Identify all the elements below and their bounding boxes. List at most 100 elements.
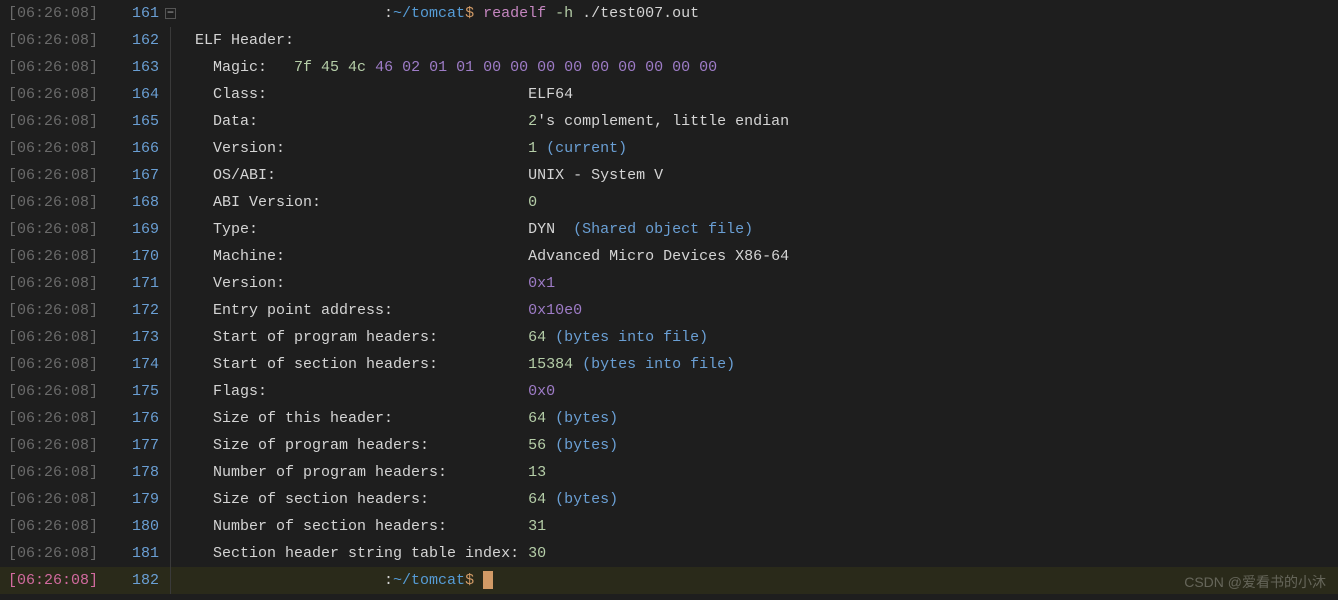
- fold-gutter: [163, 486, 195, 513]
- timestamp: [06:26:08]: [0, 81, 125, 108]
- line-content: Size of section headers: 64 (bytes): [195, 486, 1338, 513]
- fold-gutter: −: [163, 0, 195, 27]
- line-number: 166: [125, 135, 163, 162]
- line-content: :~/tomcat$: [195, 567, 1338, 594]
- fold-gutter: [163, 108, 195, 135]
- terminal-line: [06:26:08]176 Size of this header: 64 (b…: [0, 405, 1338, 432]
- line-number: 175: [125, 378, 163, 405]
- timestamp: [06:26:08]: [0, 54, 125, 81]
- fold-gutter: [163, 432, 195, 459]
- fold-gutter: [163, 189, 195, 216]
- cursor[interactable]: [483, 571, 493, 589]
- line-number: 165: [125, 108, 163, 135]
- terminal-line: [06:26:08]164 Class: ELF64: [0, 81, 1338, 108]
- fold-gutter: [163, 162, 195, 189]
- watermark: CSDN @爱看书的小沐: [1184, 569, 1326, 596]
- line-number: 181: [125, 540, 163, 567]
- terminal-line: [06:26:08]165 Data: 2's complement, litt…: [0, 108, 1338, 135]
- fold-gutter: [163, 27, 195, 54]
- timestamp: [06:26:08]: [0, 297, 125, 324]
- terminal-line: [06:26:08]173 Start of program headers: …: [0, 324, 1338, 351]
- line-number: 182: [125, 567, 163, 594]
- timestamp: [06:26:08]: [0, 459, 125, 486]
- terminal-line: [06:26:08]162 ELF Header:: [0, 27, 1338, 54]
- terminal-line: [06:26:08]169 Type: DYN (Shared object f…: [0, 216, 1338, 243]
- line-number: 167: [125, 162, 163, 189]
- line-number: 161: [125, 0, 163, 27]
- line-number: 164: [125, 81, 163, 108]
- line-number: 179: [125, 486, 163, 513]
- timestamp: [06:26:08]: [0, 513, 125, 540]
- fold-gutter: [163, 351, 195, 378]
- line-number: 178: [125, 459, 163, 486]
- timestamp: [06:26:08]: [0, 135, 125, 162]
- line-number: 162: [125, 27, 163, 54]
- terminal-line: [06:26:08]168 ABI Version: 0: [0, 189, 1338, 216]
- line-content: Start of section headers: 15384 (bytes i…: [195, 351, 1338, 378]
- fold-gutter: [163, 405, 195, 432]
- timestamp: [06:26:08]: [0, 405, 125, 432]
- timestamp: [06:26:08]: [0, 432, 125, 459]
- line-content: ELF Header:: [195, 27, 1338, 54]
- line-number: 177: [125, 432, 163, 459]
- timestamp: [06:26:08]: [0, 108, 125, 135]
- terminal-line: [06:26:08]171 Version: 0x1: [0, 270, 1338, 297]
- terminal-line: [06:26:08]178 Number of program headers:…: [0, 459, 1338, 486]
- terminal-line: [06:26:08]180 Number of section headers:…: [0, 513, 1338, 540]
- line-content: Type: DYN (Shared object file): [195, 216, 1338, 243]
- line-number: 171: [125, 270, 163, 297]
- fold-collapse-icon[interactable]: −: [165, 8, 176, 19]
- timestamp: [06:26:08]: [0, 243, 125, 270]
- fold-gutter: [163, 540, 195, 567]
- line-content: Start of program headers: 64 (bytes into…: [195, 324, 1338, 351]
- terminal-line: [06:26:08]166 Version: 1 (current): [0, 135, 1338, 162]
- timestamp: [06:26:08]: [0, 0, 125, 27]
- terminal-line: [06:26:08]181 Section header string tabl…: [0, 540, 1338, 567]
- terminal-line: [06:26:08]163 Magic: 7f 45 4c 46 02 01 0…: [0, 54, 1338, 81]
- terminal-line: [06:26:08]179 Size of section headers: 6…: [0, 486, 1338, 513]
- line-content: Class: ELF64: [195, 81, 1338, 108]
- fold-gutter: [163, 513, 195, 540]
- timestamp: [06:26:08]: [0, 486, 125, 513]
- timestamp: [06:26:08]: [0, 216, 125, 243]
- line-content: Version: 1 (current): [195, 135, 1338, 162]
- line-content: Machine: Advanced Micro Devices X86-64: [195, 243, 1338, 270]
- line-content: :~/tomcat$ readelf -h ./test007.out: [195, 0, 1338, 27]
- line-number: 172: [125, 297, 163, 324]
- line-content: Number of program headers: 13: [195, 459, 1338, 486]
- timestamp: [06:26:08]: [0, 351, 125, 378]
- timestamp: [06:26:08]: [0, 540, 125, 567]
- line-content: Flags: 0x0: [195, 378, 1338, 405]
- timestamp: [06:26:08]: [0, 162, 125, 189]
- line-content: OS/ABI: UNIX - System V: [195, 162, 1338, 189]
- fold-gutter: [163, 567, 195, 594]
- timestamp: [06:26:08]: [0, 324, 125, 351]
- timestamp: [06:26:08]: [0, 27, 125, 54]
- timestamp: [06:26:08]: [0, 567, 125, 594]
- line-content: Size of program headers: 56 (bytes): [195, 432, 1338, 459]
- line-number: 169: [125, 216, 163, 243]
- terminal-line: [06:26:08]177 Size of program headers: 5…: [0, 432, 1338, 459]
- fold-gutter: [163, 135, 195, 162]
- terminal-line: [06:26:08]161− :~/tomcat$ readelf -h ./t…: [0, 0, 1338, 27]
- line-content: Size of this header: 64 (bytes): [195, 405, 1338, 432]
- fold-gutter: [163, 216, 195, 243]
- fold-gutter: [163, 243, 195, 270]
- line-number: 174: [125, 351, 163, 378]
- line-content: Section header string table index: 30: [195, 540, 1338, 567]
- fold-gutter: [163, 297, 195, 324]
- timestamp: [06:26:08]: [0, 378, 125, 405]
- line-content: ABI Version: 0: [195, 189, 1338, 216]
- line-content: Entry point address: 0x10e0: [195, 297, 1338, 324]
- fold-gutter: [163, 270, 195, 297]
- fold-gutter: [163, 81, 195, 108]
- fold-gutter: [163, 459, 195, 486]
- line-number: 170: [125, 243, 163, 270]
- terminal-line: [06:26:08]174 Start of section headers: …: [0, 351, 1338, 378]
- timestamp: [06:26:08]: [0, 270, 125, 297]
- timestamp: [06:26:08]: [0, 189, 125, 216]
- line-content: Magic: 7f 45 4c 46 02 01 01 00 00 00 00 …: [195, 54, 1338, 81]
- fold-gutter: [163, 324, 195, 351]
- terminal-line: [06:26:08]182 :~/tomcat$: [0, 567, 1338, 594]
- line-number: 168: [125, 189, 163, 216]
